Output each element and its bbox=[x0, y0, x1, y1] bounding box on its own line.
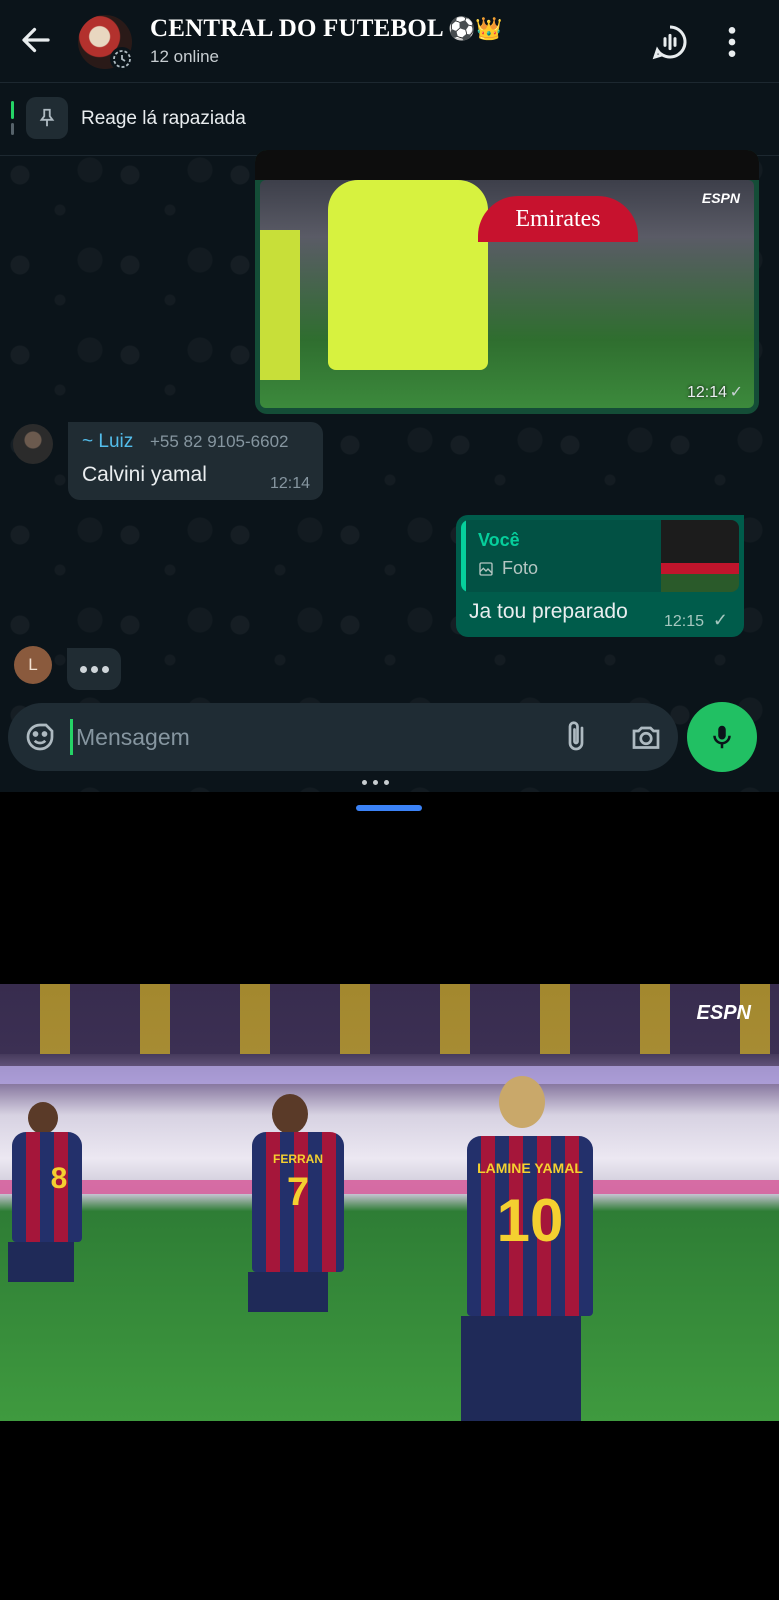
espn-watermark: ESPN bbox=[701, 190, 740, 206]
divider-dot bbox=[384, 780, 389, 785]
emirates-sign-text: Emirates bbox=[515, 205, 601, 232]
voice-chat-icon bbox=[652, 25, 687, 60]
player-7: FERRAN 7 bbox=[238, 1094, 358, 1414]
attach-button[interactable] bbox=[558, 719, 594, 755]
voice-message-button[interactable] bbox=[687, 702, 757, 772]
player-head bbox=[499, 1076, 545, 1128]
typing-dot bbox=[90, 665, 98, 673]
typing-dot bbox=[79, 665, 87, 673]
camera-icon bbox=[632, 726, 660, 749]
typing-dot bbox=[101, 665, 109, 673]
pin-icon-box bbox=[26, 97, 68, 139]
stadium-crowd bbox=[0, 984, 779, 1054]
message-text: Calvini yamal bbox=[82, 463, 207, 486]
photo-icon bbox=[479, 562, 493, 576]
quote-thumbnail bbox=[661, 520, 739, 592]
more-vert-icon bbox=[728, 27, 736, 57]
message-composer bbox=[8, 703, 678, 771]
quoted-message[interactable]: Você Foto bbox=[461, 520, 739, 592]
sticker-button[interactable] bbox=[22, 719, 58, 755]
video-player-pane: ESPN 8 FERRAN 7 LAMINE YAMAL 10 bbox=[0, 792, 779, 1600]
pin-icon bbox=[39, 108, 55, 127]
player-head bbox=[272, 1094, 308, 1134]
single-check-icon: ✓ bbox=[729, 384, 743, 401]
referee-figure bbox=[328, 180, 488, 370]
typing-indicator bbox=[67, 648, 121, 690]
player-name: FERRAN bbox=[273, 1152, 323, 1166]
stadium-lights bbox=[0, 1066, 779, 1084]
player-name: LAMINE YAMAL bbox=[477, 1160, 583, 1176]
message-time: 12:14 bbox=[686, 384, 727, 401]
incoming-message-bubble[interactable]: ~ Luiz +55 82 9105-6602 Calvini yamal 12… bbox=[68, 422, 323, 500]
sender-name[interactable]: ~ Luiz bbox=[82, 431, 133, 453]
split-screen-divider[interactable] bbox=[362, 780, 389, 785]
back-arrow-icon bbox=[22, 27, 50, 53]
pinned-message-bar[interactable]: Reage lá rapaziada bbox=[0, 82, 779, 156]
group-title-emoji: ⚽👑 bbox=[447, 16, 503, 41]
typing-user-avatar[interactable]: L bbox=[14, 646, 52, 684]
espn-watermark: ESPN bbox=[696, 1002, 751, 1024]
pinned-indicator-secondary bbox=[11, 123, 14, 135]
player-8: 8 bbox=[0, 1102, 100, 1402]
message-input[interactable] bbox=[76, 717, 536, 757]
player-shorts bbox=[248, 1272, 328, 1312]
video-top-strip bbox=[255, 150, 759, 180]
group-title-text: CENTRAL DO FUTEBOL bbox=[150, 15, 444, 42]
player-number: 7 bbox=[286, 1170, 310, 1214]
emirates-sign: Emirates bbox=[478, 196, 638, 242]
advertising-board bbox=[0, 1180, 779, 1194]
pinned-message-text: Reage lá rapaziada bbox=[81, 108, 246, 129]
voice-chat-button[interactable] bbox=[650, 22, 690, 62]
group-title[interactable]: CENTRAL DO FUTEBOL ⚽👑 bbox=[150, 14, 503, 44]
player-head bbox=[28, 1102, 58, 1134]
disappearing-timer-icon bbox=[110, 47, 134, 71]
mic-icon bbox=[713, 725, 731, 749]
sender-phone: +55 82 9105-6602 bbox=[150, 432, 289, 451]
pane-drag-handle[interactable] bbox=[356, 805, 422, 811]
chat-pane: CENTRAL DO FUTEBOL ⚽👑 12 online Reage lá… bbox=[0, 0, 779, 792]
referee-arm bbox=[260, 230, 300, 380]
video-thumbnail[interactable]: Emirates ESPN bbox=[260, 180, 754, 408]
sticker-icon bbox=[26, 723, 54, 751]
divider-dot bbox=[373, 780, 378, 785]
pinned-indicator bbox=[11, 101, 14, 119]
single-check-icon: ✓ bbox=[712, 610, 728, 630]
divider-dot bbox=[362, 780, 367, 785]
player-shorts bbox=[461, 1316, 581, 1421]
outgoing-message-bubble[interactable]: Você Foto Ja tou preparado 12:15 ✓ bbox=[456, 515, 744, 637]
fullscreen-video[interactable]: ESPN 8 FERRAN 7 LAMINE YAMAL 10 bbox=[0, 984, 779, 1421]
player-number: 10 bbox=[496, 1187, 564, 1254]
player-shorts bbox=[8, 1242, 74, 1282]
camera-button[interactable] bbox=[628, 719, 664, 755]
attach-icon bbox=[568, 721, 584, 751]
message-time: 12:15 bbox=[663, 613, 704, 630]
quote-type: Foto bbox=[502, 558, 539, 578]
sender-avatar[interactable] bbox=[13, 424, 53, 464]
player-number: 8 bbox=[50, 1162, 68, 1195]
message-text: Ja tou preparado bbox=[469, 600, 628, 623]
chat-header: CENTRAL DO FUTEBOL ⚽👑 12 online bbox=[0, 0, 779, 82]
more-options-button[interactable] bbox=[712, 22, 752, 62]
quote-bar bbox=[461, 520, 466, 592]
text-caret bbox=[70, 719, 73, 755]
video-message-bubble[interactable]: Emirates ESPN 12:14 ✓ bbox=[255, 150, 759, 414]
quote-author: Você bbox=[478, 530, 520, 550]
online-count: 12 online bbox=[150, 47, 220, 66]
back-button[interactable] bbox=[18, 22, 54, 58]
player-10: LAMINE YAMAL 10 bbox=[455, 1076, 605, 1421]
message-time: 12:14 bbox=[269, 475, 310, 492]
